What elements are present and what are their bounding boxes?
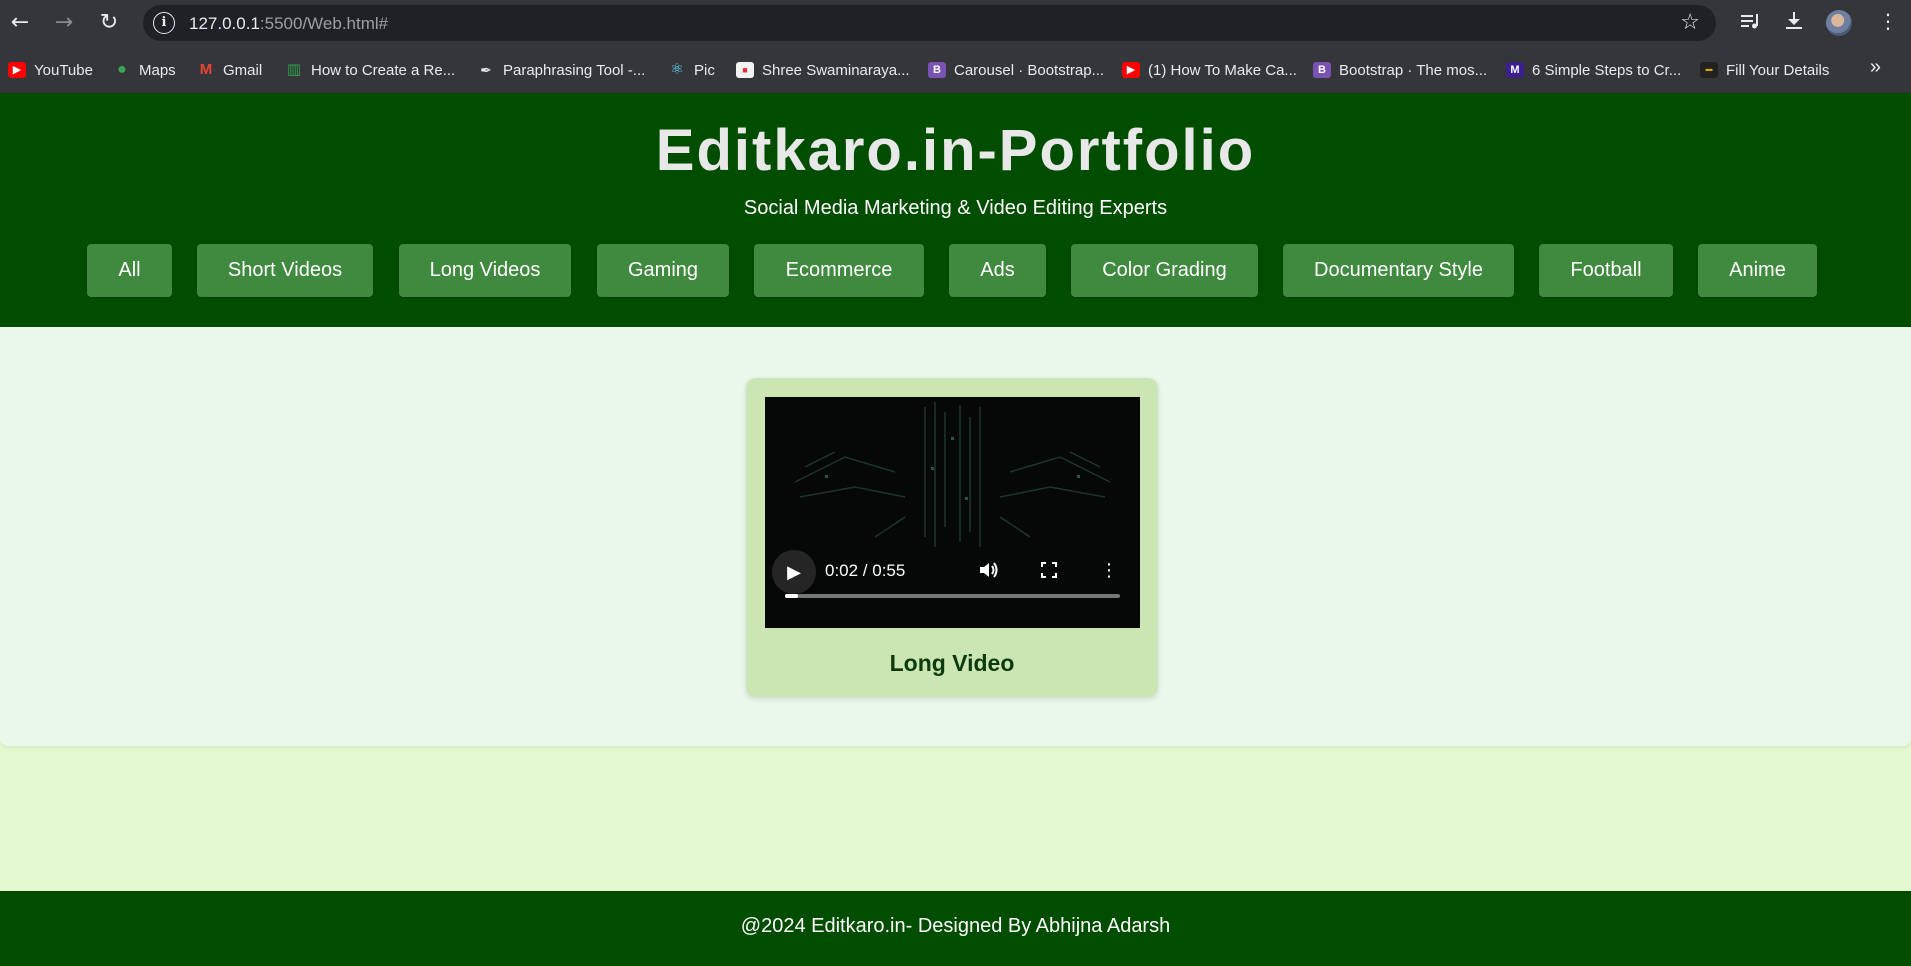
filter-button-ads[interactable]: Ads	[949, 244, 1046, 297]
bookmark-label: YouTube	[34, 61, 93, 79]
bookmark-gmail[interactable]: M Gmail	[197, 59, 262, 81]
site-header: Editkaro.in-Portfolio Social Media Marke…	[0, 93, 1911, 327]
video-time: 0:02 / 0:55	[825, 561, 906, 580]
play-icon[interactable]: ▶	[772, 550, 816, 594]
react-icon: ⚛	[670, 61, 684, 78]
filter-button-short-videos[interactable]: Short Videos	[197, 244, 373, 297]
bookmark-pic[interactable]: ⚛ Pic	[668, 59, 715, 81]
quill-icon: ✒	[480, 62, 492, 78]
download-icon[interactable]	[1780, 10, 1808, 36]
filter-button-long-videos[interactable]: Long Videos	[399, 244, 571, 297]
forward-arrow-icon[interactable]: →	[52, 11, 76, 35]
bookmark-site-icon: ▥	[286, 61, 302, 78]
bookmark-shree-swaminarayan[interactable]: ■ Shree Swaminaraya...	[736, 59, 910, 81]
url-text[interactable]: 127.0.0.1:5500/Web.html#	[189, 14, 388, 34]
fullscreen-icon[interactable]	[1036, 560, 1062, 582]
bookmark-youtube[interactable]: ▶ YouTube	[8, 59, 93, 81]
bookmark-star-icon[interactable]: ☆	[1680, 10, 1700, 35]
medium-icon: M	[1506, 62, 1524, 78]
filter-button-all[interactable]: All	[87, 244, 172, 297]
bookmark-label: Bootstrap · The mos...	[1339, 61, 1488, 79]
site-icon: ▬	[1700, 62, 1718, 78]
more-bookmarks-icon[interactable]: »	[1870, 56, 1881, 79]
filter-button-documentary-style[interactable]: Documentary Style	[1283, 244, 1514, 297]
video-progress-fill	[785, 594, 799, 598]
video-controls: ▶ 0:02 / 0:55 ⋮	[765, 547, 1140, 628]
reload-icon[interactable]: ↻	[97, 11, 121, 35]
bookmark-label: Gmail	[223, 61, 263, 79]
back-arrow-icon[interactable]: ←	[8, 11, 32, 35]
browser-toolbar: ← → ↻ i 127.0.0.1:5500/Web.html# ☆ ⋮	[0, 0, 1911, 46]
bootstrap-icon: B	[928, 62, 946, 78]
bookmark-maps[interactable]: ● Maps	[113, 59, 176, 81]
video-progress-bar[interactable]	[785, 594, 1120, 598]
volume-icon[interactable]	[976, 560, 1002, 582]
bookmark-label: Pic	[694, 61, 715, 79]
bookmarks-bar: ▶ YouTube ● Maps M Gmail ▥ How to Create a R…	[0, 46, 1911, 93]
bookmark-label: Shree Swaminaraya...	[762, 61, 910, 79]
filter-button-anime[interactable]: Anime	[1698, 244, 1817, 297]
bookmark-6-simple-steps[interactable]: M 6 Simple Steps to Cr...	[1506, 59, 1681, 81]
bootstrap-icon: B	[1313, 62, 1331, 78]
page-title: Editkaro.in-Portfolio	[655, 118, 1256, 183]
profile-avatar[interactable]	[1826, 10, 1852, 36]
bookmark-fill-your-details[interactable]: ▬ Fill Your Details	[1700, 59, 1829, 81]
bookmark-label: 6 Simple Steps to Cr...	[1532, 61, 1682, 79]
address-bar[interactable]: i 127.0.0.1:5500/Web.html# ☆	[143, 5, 1716, 41]
video-player[interactable]: ▶ 0:02 / 0:55 ⋮	[765, 397, 1140, 628]
video-more-options-icon[interactable]: ⋮	[1096, 560, 1122, 582]
filter-button-color-grading[interactable]: Color Grading	[1071, 244, 1258, 297]
video-card-title: Long Video	[889, 650, 1015, 676]
filter-button-football[interactable]: Football	[1539, 244, 1673, 297]
video-card: ▶ 0:02 / 0:55 ⋮ Long Video	[746, 378, 1158, 697]
footer-credits: @2024 Editkaro.in- Designed By Abhijna A…	[740, 915, 1171, 937]
maps-icon: ●	[117, 61, 127, 78]
portfolio-gallery: ▶ 0:02 / 0:55 ⋮ Long Video	[0, 327, 1911, 746]
bookmark-bootstrap[interactable]: B Bootstrap · The mos...	[1313, 59, 1487, 81]
site-footer: @2024 Editkaro.in- Designed By Abhijna A…	[0, 891, 1911, 966]
bookmark-label: Fill Your Details	[1726, 61, 1830, 79]
page-tagline: Social Media Marketing & Video Editing E…	[743, 197, 1168, 219]
youtube-icon: ▶	[8, 62, 26, 78]
gmail-icon: M	[199, 61, 213, 78]
bookmark-how-to-create[interactable]: ▥ How to Create a Re...	[285, 59, 455, 81]
bookmark-label: Maps	[139, 61, 176, 79]
filter-button-gaming[interactable]: Gaming	[597, 244, 729, 297]
youtube-icon: ▶	[1122, 62, 1140, 78]
bookmark-label: Paraphrasing Tool -...	[503, 61, 646, 79]
bookmark-label: How to Create a Re...	[311, 61, 456, 79]
reading-list-icon[interactable]	[1736, 10, 1764, 36]
filter-button-ecommerce[interactable]: Ecommerce	[754, 244, 924, 297]
temple-icon: ■	[736, 62, 754, 78]
bookmark-paraphrasing-tool[interactable]: ✒ Paraphrasing Tool -...	[477, 59, 645, 81]
bookmark-carousel-bootstrap[interactable]: B Carousel · Bootstrap...	[928, 59, 1104, 81]
bookmark-label: (1) How To Make Ca...	[1148, 61, 1297, 79]
bookmark-how-to-make[interactable]: ▶ (1) How To Make Ca...	[1122, 59, 1297, 81]
site-info-icon[interactable]: i	[153, 12, 175, 34]
more-menu-icon[interactable]: ⋮	[1874, 10, 1902, 36]
bookmark-label: Carousel · Bootstrap...	[954, 61, 1105, 79]
